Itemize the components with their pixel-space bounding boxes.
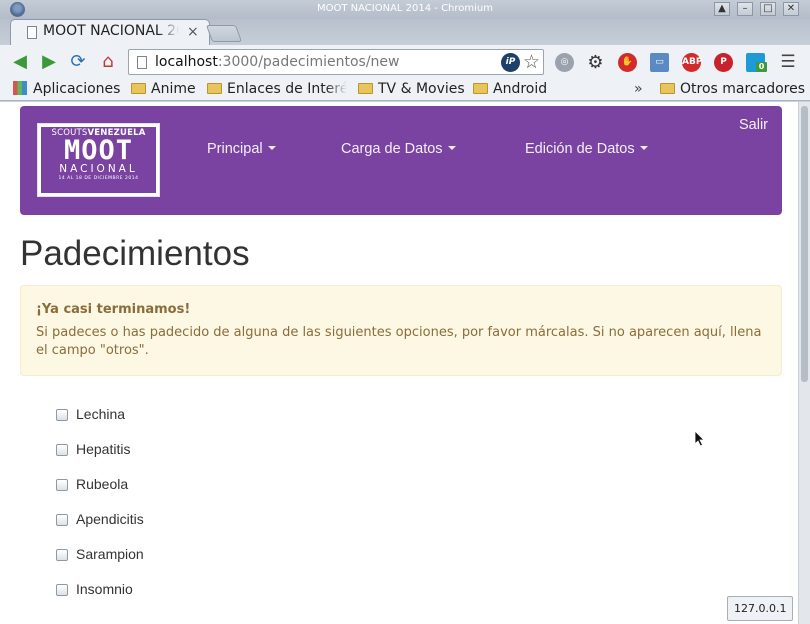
alert-title: ¡Ya casi terminamos!	[36, 302, 191, 317]
caret-down-icon	[639, 146, 648, 150]
abp-icon[interactable]: ABP	[682, 53, 702, 72]
caret-down-icon	[267, 146, 276, 150]
site-navbar: SCOUTSVENEZUELA MOOT NACIONAL 14 AL 18 D…	[20, 106, 782, 215]
checkbox[interactable]	[56, 549, 68, 561]
folder-icon	[473, 83, 488, 94]
pinterest-icon[interactable]: P	[714, 53, 733, 72]
adblock-stop-icon[interactable]: ✋	[618, 53, 637, 72]
ip-extension-icon[interactable]: iP	[501, 53, 520, 72]
settings-gear-icon[interactable]: ⚙	[586, 53, 605, 72]
bookmark-android[interactable]: Android	[473, 81, 547, 97]
tab-strip: MOOT NACIONAL 2014 ×	[0, 19, 810, 45]
window-close-button[interactable]: ✕	[783, 2, 799, 16]
bookmark-star-icon[interactable]: ☆	[523, 51, 540, 73]
window-minimize-button[interactable]: –	[737, 2, 753, 16]
page-title: Padecimientos	[20, 234, 250, 273]
bookmarks-overflow-chevron[interactable]: »	[634, 81, 643, 97]
tab-moot-nacional[interactable]: MOOT NACIONAL 2014 ×	[10, 19, 210, 45]
page-info-icon	[137, 56, 147, 69]
url-text[interactable]: localhost:3000/padecimientos/new	[155, 54, 399, 70]
scrollbar-thumb[interactable]	[801, 106, 808, 382]
status-bubble: 127.0.0.1	[727, 596, 794, 621]
menu-icon[interactable]: ☰	[778, 52, 798, 72]
window-up-icon[interactable]: ▲	[714, 2, 730, 16]
folder-icon	[207, 83, 222, 94]
folder-icon	[131, 83, 146, 94]
bookmark-tv-movies[interactable]: TV & Movies	[358, 81, 465, 97]
folder-icon	[660, 83, 675, 94]
nav-edicion-de-datos[interactable]: Edición de Datos	[525, 141, 648, 157]
warning-alert: ¡Ya casi terminamos! Si padeces o has pa…	[20, 285, 782, 376]
extension-bird-icon[interactable]: 0	[746, 53, 767, 72]
bookmark-other[interactable]: Otros marcadores	[660, 81, 805, 97]
page-scrollbar[interactable]	[798, 102, 810, 624]
page-icon	[27, 26, 37, 39]
forward-icon[interactable]: ▶	[39, 52, 59, 72]
bookmark-enlaces[interactable]: Enlaces de Interés	[207, 81, 347, 97]
logout-link[interactable]: Salir	[739, 117, 768, 133]
window-maximize-button[interactable]: □	[760, 2, 776, 16]
reload-icon[interactable]: ⟳	[68, 52, 88, 72]
extension-badge: 0	[756, 62, 767, 72]
extension-window-icon[interactable]: ▭	[650, 53, 669, 72]
extension-globe-icon[interactable]: ◎	[555, 53, 574, 72]
nav-carga-de-datos[interactable]: Carga de Datos	[341, 141, 456, 157]
folder-icon	[358, 83, 373, 94]
back-icon[interactable]: ◀	[10, 52, 30, 72]
checkbox[interactable]	[56, 409, 68, 421]
moot-logo[interactable]: SCOUTSVENEZUELA MOOT NACIONAL 14 AL 18 D…	[37, 123, 160, 197]
checkbox[interactable]	[56, 514, 68, 526]
checkbox[interactable]	[56, 584, 68, 596]
window-titlebar: MOOT NACIONAL 2014 - Chromium ▲ – □ ✕	[0, 0, 810, 19]
window-title: MOOT NACIONAL 2014 - Chromium	[316, 3, 494, 14]
page-viewport: SCOUTSVENEZUELA MOOT NACIONAL 14 AL 18 D…	[0, 102, 798, 624]
tab-close-icon[interactable]: ×	[187, 24, 199, 40]
checkbox[interactable]	[56, 479, 68, 491]
tab-title: MOOT NACIONAL 2014	[43, 23, 179, 39]
apps-grid-icon	[13, 81, 27, 95]
bookmarks-bar: Aplicaciones Anime Enlaces de Interés TV…	[0, 79, 810, 101]
bookmark-apps[interactable]: Aplicaciones	[13, 81, 120, 97]
checkbox[interactable]	[56, 444, 68, 456]
alert-text: Si padeces o has padecido de alguna de l…	[36, 325, 762, 358]
bookmark-anime[interactable]: Anime	[131, 81, 196, 97]
address-bar[interactable]: localhost:3000/padecimientos/new iP ☆	[128, 49, 544, 75]
caret-down-icon	[447, 146, 456, 150]
home-icon[interactable]: ⌂	[98, 52, 118, 72]
nav-principal[interactable]: Principal	[207, 141, 276, 157]
new-tab-button[interactable]	[205, 25, 243, 42]
browser-toolbar: ◀ ▶ ⟳ ⌂ localhost:3000/padecimientos/new…	[0, 45, 810, 79]
mouse-cursor-icon	[695, 431, 705, 447]
